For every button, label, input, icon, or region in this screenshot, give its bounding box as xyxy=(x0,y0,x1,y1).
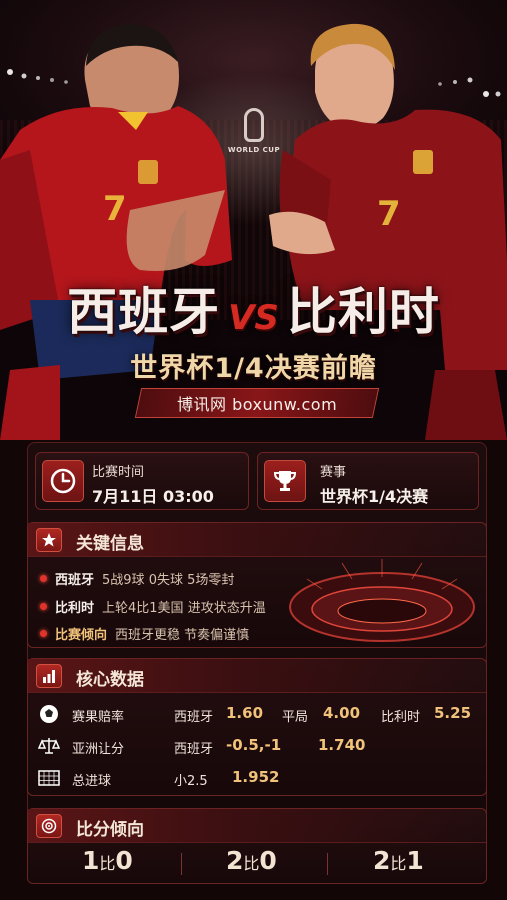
odds-label: 比利时 xyxy=(381,710,421,725)
odds-label: 总进球 xyxy=(72,774,112,789)
odds-label: 小2.5 xyxy=(174,774,208,789)
odds-value: 1.740 xyxy=(318,736,366,754)
bullet-dot xyxy=(40,575,47,582)
key-info-item: 比赛倾向 西班牙更稳 节奏偏谨慎 xyxy=(40,624,249,643)
score-separator: 比 xyxy=(243,854,260,873)
core-data-header: 核心数据 xyxy=(28,659,486,693)
key-info-title: 关键信息 xyxy=(76,534,144,554)
odds-label: 赛果赔率 xyxy=(72,710,125,725)
svg-text:7: 7 xyxy=(103,189,127,229)
scale-icon xyxy=(38,738,60,754)
score-separator: 比 xyxy=(390,854,407,873)
key-info-item: 比利时 上轮4比1美国 进攻状态升温 xyxy=(40,597,266,616)
odds-label: 平局 xyxy=(282,710,309,725)
match-subtitle: 世界杯1/4决赛前瞻 xyxy=(130,353,377,384)
score-prediction-2: 2比0 xyxy=(226,846,277,875)
odds-label: 西班牙 xyxy=(174,710,214,725)
odds-row-asian-handicap: 亚洲让分 西班牙 -0.5,-1 1.740 xyxy=(38,735,478,759)
score-prediction-3: 2比1 xyxy=(373,846,424,875)
score-goals: 2 xyxy=(373,846,391,875)
bullet-dot xyxy=(40,603,47,610)
odds-value: -0.5,-1 xyxy=(226,736,282,754)
core-data-section: 核心数据 赛果赔率 西班牙 1.60 平局 4.00 比利时 5.25 亚洲让分… xyxy=(27,658,487,796)
world-cup-logo: WORLD CUP xyxy=(224,108,284,154)
site-link-text[interactable]: 博讯网 boxunw.com xyxy=(177,391,337,415)
score-divider xyxy=(327,853,328,875)
event-value: 世界杯1/4决赛 xyxy=(320,487,429,506)
score-trend-title: 比分倾向 xyxy=(76,820,144,840)
match-time-label: 比赛时间 xyxy=(92,465,145,480)
svg-text:7: 7 xyxy=(377,194,401,234)
match-time-value: 7月11日 03:00 xyxy=(92,487,214,506)
bullet-dot xyxy=(40,630,47,637)
world-cup-trophy-icon xyxy=(244,108,264,142)
event-card: 赛事 世界杯1/4决赛 xyxy=(257,452,479,510)
score-prediction-1: 1比0 xyxy=(82,846,133,875)
odds-label: 西班牙 xyxy=(174,742,214,757)
team-a-name: 西班牙 xyxy=(67,283,221,341)
key-info-item: 西班牙 5战9球 0失球 5场零封 xyxy=(40,569,234,588)
score-goals: 1 xyxy=(406,846,424,875)
key-info-header: 关键信息 xyxy=(28,523,486,557)
odds-label: 亚洲让分 xyxy=(72,742,125,757)
odds-value: 4.00 xyxy=(323,704,361,722)
score-separator: 比 xyxy=(99,854,116,873)
target-icon xyxy=(36,814,62,838)
odds-row-match-result: 赛果赔率 西班牙 1.60 平局 4.00 比利时 5.25 xyxy=(38,703,478,727)
score-goals: 2 xyxy=(226,846,244,875)
star-icon xyxy=(36,528,62,552)
bar-chart-icon xyxy=(36,664,62,688)
score-goals: 1 xyxy=(82,846,100,875)
goal-net-icon xyxy=(38,770,60,786)
vs-label: VS xyxy=(228,298,279,338)
core-data-title: 核心数据 xyxy=(76,670,144,690)
odds-value: 5.25 xyxy=(434,704,472,722)
event-label: 赛事 xyxy=(320,465,347,480)
score-goals: 0 xyxy=(259,846,277,875)
score-trend-header: 比分倾向 xyxy=(28,809,486,843)
odds-row-total-goals: 总进球 小2.5 1.952 xyxy=(38,767,478,791)
odds-value: 1.952 xyxy=(232,768,280,786)
score-goals: 0 xyxy=(115,846,133,875)
match-time-card: 比赛时间 7月11日 03:00 xyxy=(35,452,249,510)
stadium-illustration xyxy=(289,559,475,642)
score-divider xyxy=(181,853,182,875)
clock-icon xyxy=(42,460,84,502)
team-b-name: 比利时 xyxy=(286,283,440,341)
trophy-icon xyxy=(264,460,306,502)
match-headline: 西班牙 VS 比利时 世界杯1/4决赛前瞻 xyxy=(0,272,507,385)
site-link-badge[interactable]: 博讯网 boxunw.com xyxy=(134,388,380,418)
key-info-section: 关键信息 西班牙 5战9球 0失球 5场零封 比利时 上轮4比1美国 进攻状态升… xyxy=(27,522,487,648)
odds-value: 1.60 xyxy=(226,704,264,722)
soccer-ball-icon xyxy=(40,705,58,723)
hero-banner: 7 7 WORLD CUP 西班牙 VS 比利时 世界杯1/4决赛前瞻 博讯网 … xyxy=(0,0,507,440)
